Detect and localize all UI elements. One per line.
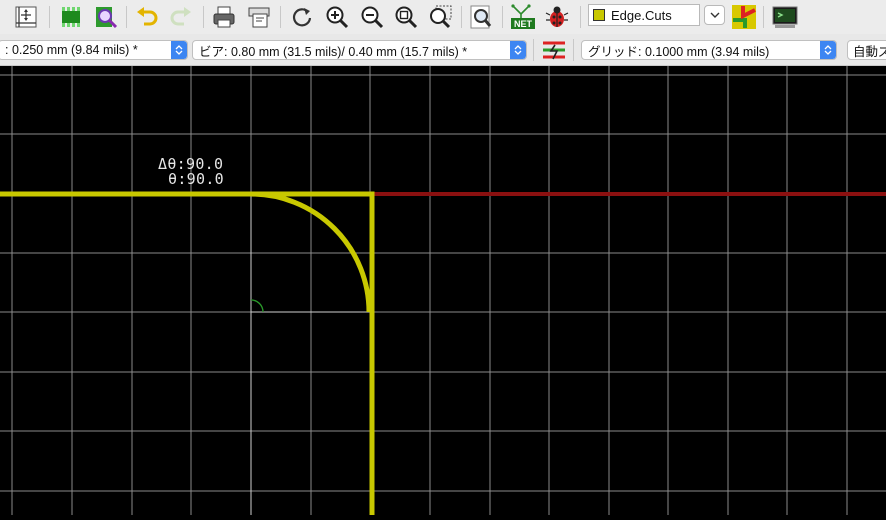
chevron-down-icon bbox=[710, 12, 719, 18]
print-icon[interactable] bbox=[210, 3, 238, 31]
scripting-console-icon[interactable] bbox=[771, 3, 799, 31]
select-arrows-icon bbox=[510, 41, 526, 59]
toolbar-separator bbox=[573, 39, 574, 61]
toolbar-separator bbox=[763, 6, 764, 28]
track-via-auto-icon[interactable] bbox=[540, 36, 568, 64]
undo-icon[interactable] bbox=[133, 3, 161, 31]
toolbar-separator bbox=[49, 6, 50, 28]
layer-color-swatch bbox=[593, 9, 605, 21]
footprint-editor-icon[interactable] bbox=[57, 3, 85, 31]
net-label: NET bbox=[514, 19, 533, 29]
zoom-value: 自動ズ bbox=[853, 44, 886, 59]
netlist-icon[interactable]: NET bbox=[509, 3, 537, 31]
select-arrows-icon bbox=[171, 41, 187, 59]
main-toolbar: NET Edge.Cuts bbox=[0, 0, 886, 34]
pcb-layout-icon[interactable] bbox=[12, 3, 40, 31]
zoom-select[interactable]: 自動ズ bbox=[847, 40, 886, 60]
zoom-out-icon[interactable] bbox=[358, 3, 386, 31]
track-width-select[interactable]: : 0.250 mm (9.84 mils) * bbox=[0, 40, 188, 60]
zoom-fit-icon[interactable] bbox=[392, 3, 420, 31]
grid-value: グリッド: 0.1000 mm (3.94 mils) bbox=[588, 44, 770, 59]
find-icon[interactable] bbox=[467, 3, 495, 31]
via-size-value: ビア: 0.80 mm (31.5 mils)/ 0.40 mm (15.7 m… bbox=[199, 44, 468, 59]
toolbar-separator bbox=[126, 6, 127, 28]
toolbar-separator bbox=[203, 6, 204, 28]
footprint-viewer-icon[interactable] bbox=[92, 3, 120, 31]
toolbar-separator bbox=[461, 6, 462, 28]
toolbar-separator bbox=[580, 6, 581, 28]
plot-icon[interactable] bbox=[245, 3, 273, 31]
toolbar-separator bbox=[502, 6, 503, 28]
pcb-canvas[interactable]: Δθ:90.0 θ:90.0 bbox=[0, 66, 886, 515]
toolbar-separator bbox=[280, 6, 281, 28]
drc-bug-icon[interactable] bbox=[543, 3, 571, 31]
redraw-icon[interactable] bbox=[288, 3, 316, 31]
select-arrows-icon bbox=[820, 41, 836, 59]
redo-icon[interactable] bbox=[167, 3, 195, 31]
zoom-in-icon[interactable] bbox=[323, 3, 351, 31]
via-size-select[interactable]: ビア: 0.80 mm (31.5 mils)/ 0.40 mm (15.7 m… bbox=[192, 40, 527, 60]
pcb-canvas-drawing bbox=[0, 66, 886, 515]
delta-angle-label: Δθ:90.0 bbox=[158, 155, 224, 173]
layer-selector[interactable]: Edge.Cuts bbox=[588, 4, 700, 26]
layer-name: Edge.Cuts bbox=[611, 7, 672, 23]
track-width-value: : 0.250 mm (9.84 mils) * bbox=[5, 43, 138, 57]
zoom-selection-icon[interactable] bbox=[426, 3, 454, 31]
toolbar-separator bbox=[533, 39, 534, 61]
layer-dropdown-button[interactable] bbox=[704, 5, 725, 25]
layer-pair-icon[interactable] bbox=[730, 3, 758, 31]
options-toolbar: : 0.250 mm (9.84 mils) * ビア: 0.80 mm (31… bbox=[0, 34, 886, 66]
angle-label: θ:90.0 bbox=[168, 170, 224, 188]
grid-select[interactable]: グリッド: 0.1000 mm (3.94 mils) bbox=[581, 40, 837, 60]
